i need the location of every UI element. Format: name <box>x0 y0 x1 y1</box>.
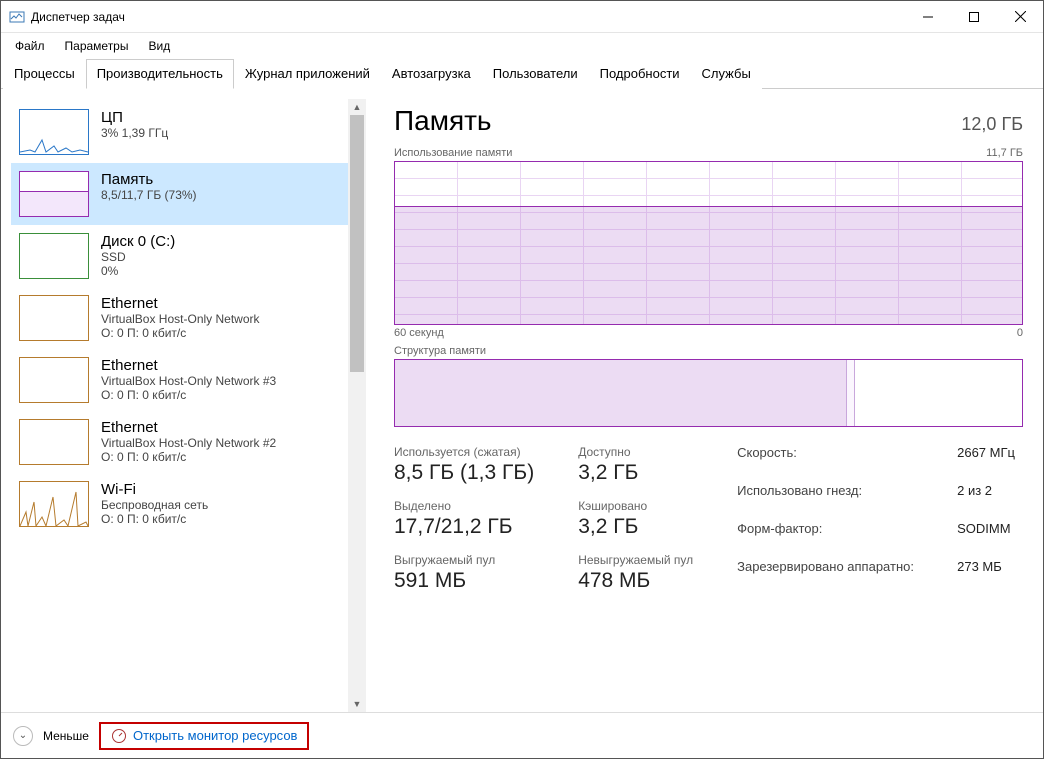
ethernet-thumb <box>19 419 89 465</box>
tab-history[interactable]: Журнал приложений <box>234 59 381 89</box>
speed-key: Скорость: <box>737 445 957 479</box>
sidebar-item-ethernet0[interactable]: Ethernet VirtualBox Host-Only Network О:… <box>11 287 348 349</box>
disk-thumb <box>19 233 89 279</box>
reserved-value: 273 МБ <box>957 559 1015 593</box>
sidebar-item-sub2: О: 0 П: 0 кбит/с <box>101 326 260 340</box>
sidebar: ЦП 3% 1,39 ГГц Память 8,5/11,7 ГБ (73%) … <box>1 89 348 712</box>
stat-avail-label: Доступно <box>578 445 693 459</box>
slots-value: 2 из 2 <box>957 483 1015 517</box>
stat-commit-value: 17,7/21,2 ГБ <box>394 515 534 539</box>
open-resource-monitor-link[interactable]: Открыть монитор ресурсов <box>99 722 309 750</box>
sidebar-item-label: Память <box>101 171 197 188</box>
sidebar-item-sub2: О: 0 П: 0 кбит/с <box>101 512 208 526</box>
xaxis-left: 60 секунд <box>394 327 444 339</box>
sidebar-item-label: Диск 0 (C:) <box>101 233 175 250</box>
stat-cached-value: 3,2 ГБ <box>578 515 693 539</box>
sidebar-item-sub: VirtualBox Host-Only Network #2 <box>101 436 276 450</box>
stat-inuse-label: Используется (сжатая) <box>394 445 534 459</box>
memory-thumb <box>19 171 89 217</box>
tab-users[interactable]: Пользователи <box>482 59 589 89</box>
sidebar-item-sub: Беспроводная сеть <box>101 498 208 512</box>
sidebar-item-sub2: О: 0 П: 0 кбит/с <box>101 388 276 402</box>
sidebar-item-ethernet1[interactable]: Ethernet VirtualBox Host-Only Network #3… <box>11 349 348 411</box>
tab-details[interactable]: Подробности <box>589 59 691 89</box>
usage-chart-max: 11,7 ГБ <box>986 147 1023 159</box>
sidebar-item-label: Wi-Fi <box>101 481 208 498</box>
titlebar: Диспетчер задач <box>1 1 1043 33</box>
sidebar-item-sub: VirtualBox Host-Only Network #3 <box>101 374 276 388</box>
sidebar-item-sub2: 0% <box>101 264 175 278</box>
ethernet-thumb <box>19 295 89 341</box>
stat-cached-label: Кэшировано <box>578 499 693 513</box>
sidebar-item-disk0[interactable]: Диск 0 (C:) SSD 0% <box>11 225 348 287</box>
ethernet-thumb <box>19 357 89 403</box>
stat-paged-value: 591 МБ <box>394 569 534 593</box>
sidebar-item-sub: VirtualBox Host-Only Network <box>101 312 260 326</box>
sidebar-item-sub: 3% 1,39 ГГц <box>101 126 168 140</box>
stat-nonpaged-label: Невыгружаемый пул <box>578 553 693 567</box>
page-title: Память <box>394 105 492 137</box>
form-key: Форм-фактор: <box>737 521 957 555</box>
memory-composition-chart <box>394 359 1023 427</box>
sidebar-item-ethernet2[interactable]: Ethernet VirtualBox Host-Only Network #2… <box>11 411 348 473</box>
sidebar-item-label: ЦП <box>101 109 168 126</box>
fewer-details-button[interactable]: Меньше <box>43 729 89 743</box>
stat-inuse-value: 8,5 ГБ (1,3 ГБ) <box>394 461 534 485</box>
composition-label: Структура памяти <box>394 345 486 357</box>
tab-performance[interactable]: Производительность <box>86 59 234 89</box>
memory-usage-chart <box>394 161 1023 325</box>
tab-startup[interactable]: Автозагрузка <box>381 59 482 89</box>
cpu-thumb <box>19 109 89 155</box>
close-button[interactable] <box>997 1 1043 33</box>
sidebar-item-wifi[interactable]: Wi-Fi Беспроводная сеть О: 0 П: 0 кбит/с <box>11 473 348 535</box>
minimize-button[interactable] <box>905 1 951 33</box>
sidebar-item-cpu[interactable]: ЦП 3% 1,39 ГГц <box>11 101 348 163</box>
menu-file[interactable]: Файл <box>5 35 55 57</box>
stat-commit-label: Выделено <box>394 499 534 513</box>
tabs: Процессы Производительность Журнал прило… <box>1 59 1043 89</box>
form-value: SODIMM <box>957 521 1015 555</box>
speed-value: 2667 МГц <box>957 445 1015 479</box>
maximize-button[interactable] <box>951 1 997 33</box>
sidebar-scrollbar[interactable] <box>348 99 366 712</box>
wifi-thumb <box>19 481 89 527</box>
tab-services[interactable]: Службы <box>691 59 762 89</box>
resource-monitor-icon <box>111 728 127 744</box>
menubar: Файл Параметры Вид <box>1 33 1043 59</box>
stat-avail-value: 3,2 ГБ <box>578 461 693 485</box>
stat-nonpaged-value: 478 МБ <box>578 569 693 593</box>
main-panel: Память 12,0 ГБ Использование памяти 11,7… <box>366 89 1043 712</box>
sidebar-item-sub: 8,5/11,7 ГБ (73%) <box>101 188 197 202</box>
sidebar-item-sub2: О: 0 П: 0 кбит/с <box>101 450 276 464</box>
sidebar-item-memory[interactable]: Память 8,5/11,7 ГБ (73%) <box>11 163 348 225</box>
usage-chart-label: Использование памяти <box>394 147 512 159</box>
menu-view[interactable]: Вид <box>138 35 180 57</box>
sidebar-item-label: Ethernet <box>101 419 276 436</box>
slots-key: Использовано гнезд: <box>737 483 957 517</box>
reserved-key: Зарезервировано аппаратно: <box>737 559 957 593</box>
stat-paged-label: Выгружаемый пул <box>394 553 534 567</box>
sidebar-item-label: Ethernet <box>101 357 276 374</box>
xaxis-right: 0 <box>1017 327 1023 339</box>
memory-details: Скорость: 2667 МГц Использовано гнезд: 2… <box>737 445 1015 593</box>
tab-processes[interactable]: Процессы <box>3 59 86 89</box>
sidebar-item-sub: SSD <box>101 250 175 264</box>
open-resource-monitor-label: Открыть монитор ресурсов <box>133 728 297 743</box>
window-title: Диспетчер задач <box>31 10 905 24</box>
menu-options[interactable]: Параметры <box>55 35 139 57</box>
memory-capacity: 12,0 ГБ <box>961 114 1023 135</box>
task-manager-icon <box>9 9 25 25</box>
sidebar-item-label: Ethernet <box>101 295 260 312</box>
chevron-down-icon[interactable]: ⌄ <box>13 726 33 746</box>
